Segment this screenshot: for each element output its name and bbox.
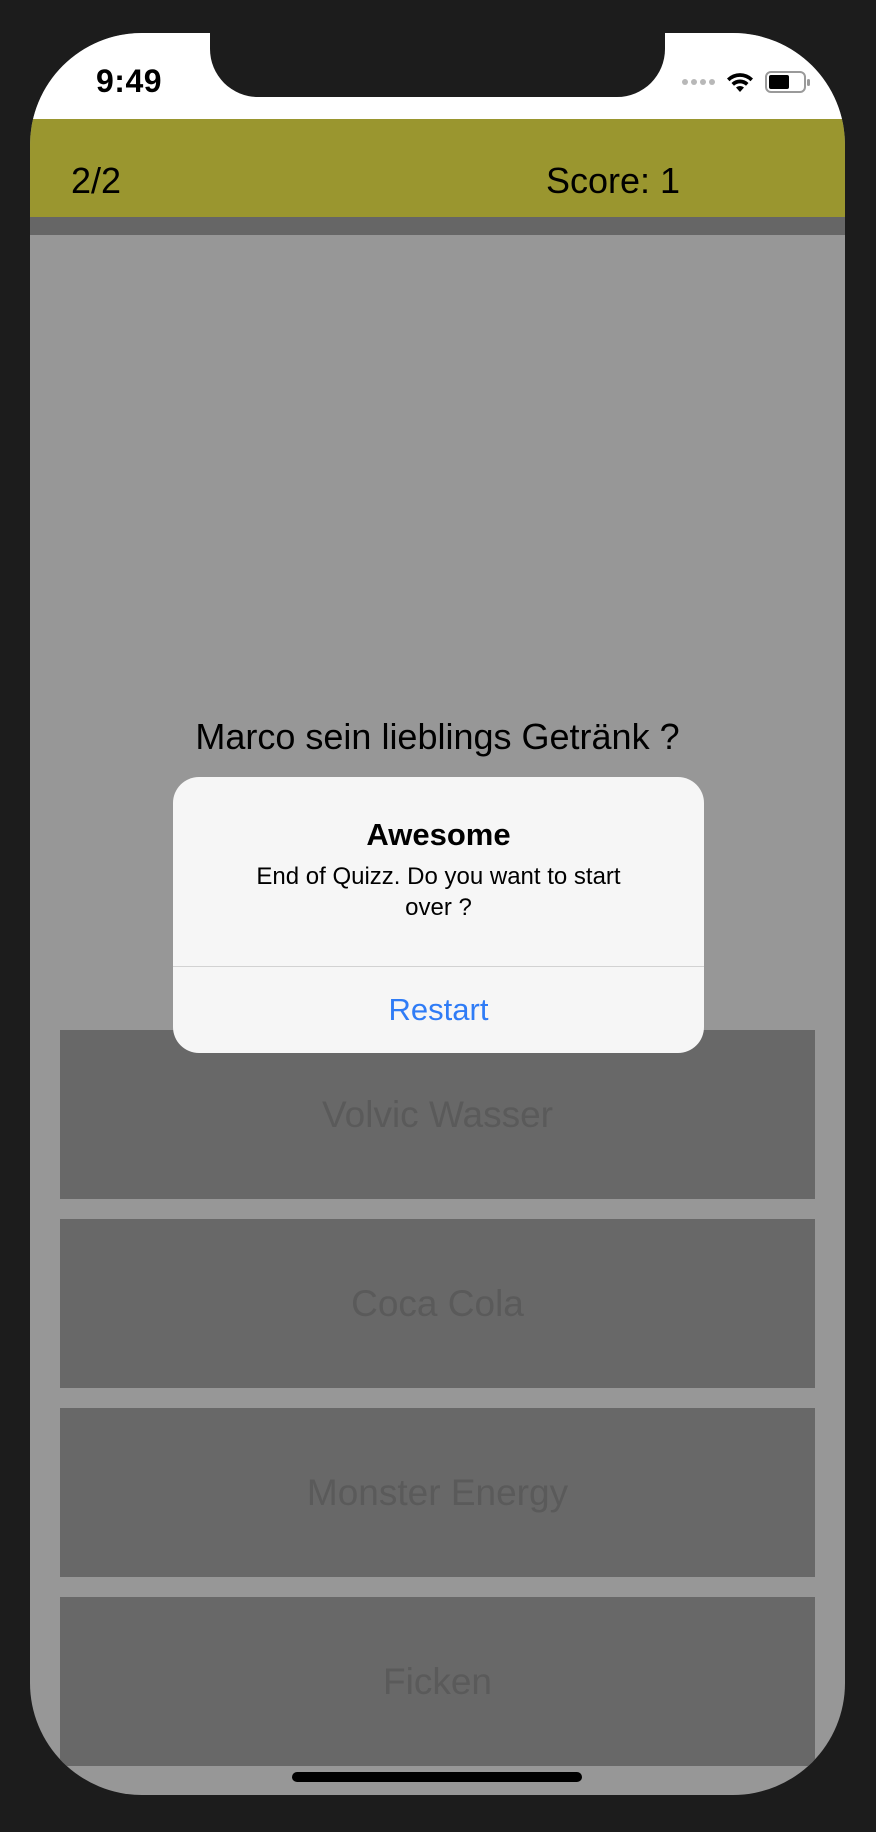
question-text: Marco sein lieblings Getränk ? [195, 716, 680, 757]
answer-button-1[interactable]: Volvic Wasser [60, 1030, 815, 1199]
answer-button-3[interactable]: Monster Energy [60, 1408, 815, 1577]
status-bar: 9:49 [30, 33, 845, 119]
cellular-signal-icon [682, 79, 715, 85]
question-counter: 2/2 [71, 160, 122, 201]
progress-bar-fill [30, 217, 845, 235]
alert-dialog: Awesome End of Quizz. Do you want to sta… [173, 777, 704, 1053]
app-screen: 9:49 2/2 Score: 1 Marco sein lieblings G… [30, 33, 845, 1795]
alert-title: Awesome [366, 817, 511, 852]
answer-button-4[interactable]: Ficken [60, 1597, 815, 1766]
answer-button-2[interactable]: Coca Cola [60, 1219, 815, 1388]
status-icons [682, 67, 811, 97]
battery-icon [765, 71, 810, 93]
alert-message: End of Quizz. Do you want to start over … [256, 863, 621, 921]
home-indicator[interactable] [292, 1772, 582, 1782]
quiz-header-bar [30, 119, 845, 217]
device-frame: 9:49 2/2 Score: 1 Marco sein lieblings G… [0, 0, 876, 1832]
device-notch [210, 33, 665, 97]
wifi-icon [727, 73, 753, 92]
status-time: 9:49 [96, 63, 163, 99]
restart-button[interactable]: Restart [173, 967, 704, 1053]
progress-bar [30, 217, 845, 235]
score-label: Score: 1 [546, 160, 681, 201]
